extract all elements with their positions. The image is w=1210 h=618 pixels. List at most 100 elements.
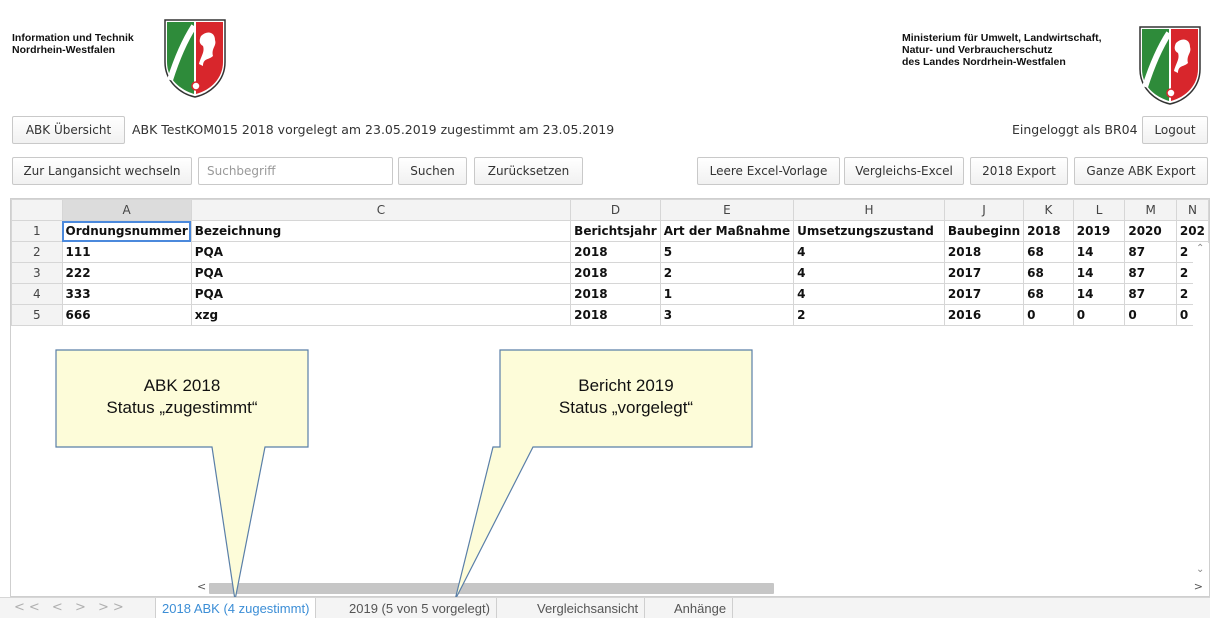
- logout-button[interactable]: Logout: [1142, 116, 1208, 144]
- full-abk-export-button[interactable]: Ganze ABK Export: [1074, 157, 1208, 185]
- column-header[interactable]: H: [793, 199, 945, 221]
- table-cell[interactable]: Bezeichnung: [190, 220, 572, 242]
- table-cell[interactable]: 87: [1124, 262, 1177, 284]
- org-left-line1: Information und Technik: [12, 32, 134, 44]
- scroll-right-icon[interactable]: >: [1194, 580, 1203, 593]
- table-cell[interactable]: 1: [659, 283, 795, 305]
- column-header[interactable]: E: [659, 199, 795, 221]
- corner-cell[interactable]: [11, 199, 63, 221]
- horizontal-scrollbar[interactable]: < >: [191, 579, 1209, 596]
- reset-button[interactable]: Zurücksetzen: [474, 157, 583, 185]
- table-cell[interactable]: 4: [793, 262, 945, 284]
- search-button[interactable]: Suchen: [398, 157, 467, 185]
- table-cell[interactable]: 68: [1023, 262, 1074, 284]
- login-status-text: Eingeloggt als BR04: [1012, 122, 1138, 137]
- column-header[interactable]: D: [570, 199, 661, 221]
- table-cell[interactable]: 5: [659, 241, 795, 263]
- row-number[interactable]: 2: [11, 241, 63, 263]
- table-cell[interactable]: Art der Maßnahme: [659, 220, 795, 242]
- table-cell[interactable]: 2018: [570, 304, 661, 326]
- table-cell[interactable]: 68: [1023, 283, 1074, 305]
- table-cell[interactable]: 0: [1023, 304, 1074, 326]
- callout-right-line2: Status „vorgelegt“: [558, 398, 694, 417]
- column-header[interactable]: N: [1175, 199, 1209, 221]
- export-2018-button[interactable]: 2018 Export: [970, 157, 1068, 185]
- sheet-tab-bar: << < > >> 2018 ABK (4 zugestimmt) 2019 (…: [0, 597, 1210, 618]
- row-number[interactable]: 5: [11, 304, 63, 326]
- table-cell[interactable]: 2016: [943, 304, 1025, 326]
- compare-excel-button[interactable]: Vergleichs-Excel: [844, 157, 964, 185]
- table-cell[interactable]: 222: [61, 262, 192, 284]
- table-cell[interactable]: 68: [1023, 241, 1074, 263]
- callout-left-line1: ABK 2018: [143, 376, 221, 395]
- table-cell[interactable]: 2018: [943, 241, 1025, 263]
- table-cell[interactable]: 2020: [1124, 220, 1177, 242]
- column-header[interactable]: K: [1023, 199, 1074, 221]
- vertical-scrollbar[interactable]: ⌃ ⌄: [1193, 243, 1209, 575]
- table-cell[interactable]: Ordnungsnummer: [61, 220, 192, 242]
- spreadsheet-grid[interactable]: A C D E H J K L M N 1 Ordnungsnummer Bez…: [11, 199, 1209, 326]
- callout-bericht-2019: Bericht 2019 Status „vorgelegt“: [500, 375, 752, 419]
- table-cell[interactable]: PQA: [190, 241, 572, 263]
- table-row: 2 111 PQA 2018 5 4 2018 68 14 87 2: [11, 241, 1209, 263]
- table-cell[interactable]: 4: [793, 283, 945, 305]
- row-number[interactable]: 4: [11, 283, 63, 305]
- org-right-name: Ministerium für Umwelt, Landwirtschaft, …: [902, 32, 1102, 68]
- table-cell[interactable]: 87: [1124, 241, 1177, 263]
- callout-abk-2018: ABK 2018 Status „zugestimmt“: [56, 375, 308, 419]
- row-number[interactable]: 1: [11, 220, 63, 242]
- table-cell[interactable]: PQA: [190, 283, 572, 305]
- row-number[interactable]: 3: [11, 262, 63, 284]
- table-cell[interactable]: 2018: [570, 283, 661, 305]
- tab-nav-arrows-icon[interactable]: << < > >>: [14, 600, 128, 615]
- column-header[interactable]: C: [190, 199, 572, 221]
- long-view-button[interactable]: Zur Langansicht wechseln: [12, 157, 192, 185]
- table-cell[interactable]: 2018: [570, 241, 661, 263]
- table-cell[interactable]: 2: [659, 262, 795, 284]
- table-cell[interactable]: 2018: [1023, 220, 1074, 242]
- table-cell[interactable]: 333: [61, 283, 192, 305]
- table-cell[interactable]: Berichtsjahr: [570, 220, 661, 242]
- table-cell[interactable]: 2017: [943, 283, 1025, 305]
- table-cell[interactable]: 0: [1072, 304, 1126, 326]
- table-cell[interactable]: 666: [61, 304, 192, 326]
- org-left-line2: Nordrhein-Westfalen: [12, 44, 116, 56]
- tab-attachments[interactable]: Anhänge: [668, 598, 734, 618]
- column-header[interactable]: M: [1124, 199, 1177, 221]
- table-cell[interactable]: 202: [1175, 220, 1209, 242]
- tab-2018-abk[interactable]: 2018 ABK (4 zugestimmt): [155, 598, 317, 618]
- table-cell[interactable]: 14: [1072, 283, 1126, 305]
- org-right-line3: des Landes Nordrhein-Westfalen: [902, 56, 1066, 68]
- scroll-left-icon[interactable]: <: [197, 580, 206, 593]
- column-header[interactable]: A: [61, 199, 192, 221]
- table-cell[interactable]: 2018: [570, 262, 661, 284]
- table-cell[interactable]: xzg: [190, 304, 572, 326]
- table-cell[interactable]: 2017: [943, 262, 1025, 284]
- table-cell[interactable]: 2: [793, 304, 945, 326]
- table-cell[interactable]: Umsetzungszustand: [793, 220, 945, 242]
- scroll-down-icon[interactable]: ⌄: [1196, 564, 1204, 575]
- empty-excel-template-button[interactable]: Leere Excel-Vorlage: [697, 157, 840, 185]
- search-input[interactable]: [198, 157, 393, 185]
- tab-comparison-view[interactable]: Vergleichsansicht: [531, 598, 646, 618]
- org-right-line1: Ministerium für Umwelt, Landwirtschaft,: [902, 32, 1102, 44]
- column-header[interactable]: L: [1072, 199, 1126, 221]
- scrollbar-thumb[interactable]: [209, 583, 774, 594]
- callout-right-line1: Bericht 2019: [578, 376, 674, 395]
- table-cell[interactable]: 87: [1124, 283, 1177, 305]
- table-cell[interactable]: 4: [793, 241, 945, 263]
- table-cell[interactable]: 14: [1072, 262, 1126, 284]
- table-cell[interactable]: 111: [61, 241, 192, 263]
- table-cell[interactable]: PQA: [190, 262, 572, 284]
- table-cell[interactable]: 14: [1072, 241, 1126, 263]
- column-header[interactable]: J: [943, 199, 1025, 221]
- table-cell[interactable]: 3: [659, 304, 795, 326]
- scroll-up-icon[interactable]: ⌃: [1196, 243, 1204, 254]
- table-cell[interactable]: 2019: [1072, 220, 1126, 242]
- abk-overview-button[interactable]: ABK Übersicht: [12, 116, 125, 144]
- table-cell[interactable]: Baubeginn: [943, 220, 1025, 242]
- nrw-crest-icon: [1139, 26, 1201, 105]
- table-cell[interactable]: 0: [1124, 304, 1177, 326]
- tab-2019[interactable]: 2019 (5 von 5 vorgelegt): [343, 598, 497, 618]
- callout-left-line2: Status „zugestimmt“: [106, 398, 258, 417]
